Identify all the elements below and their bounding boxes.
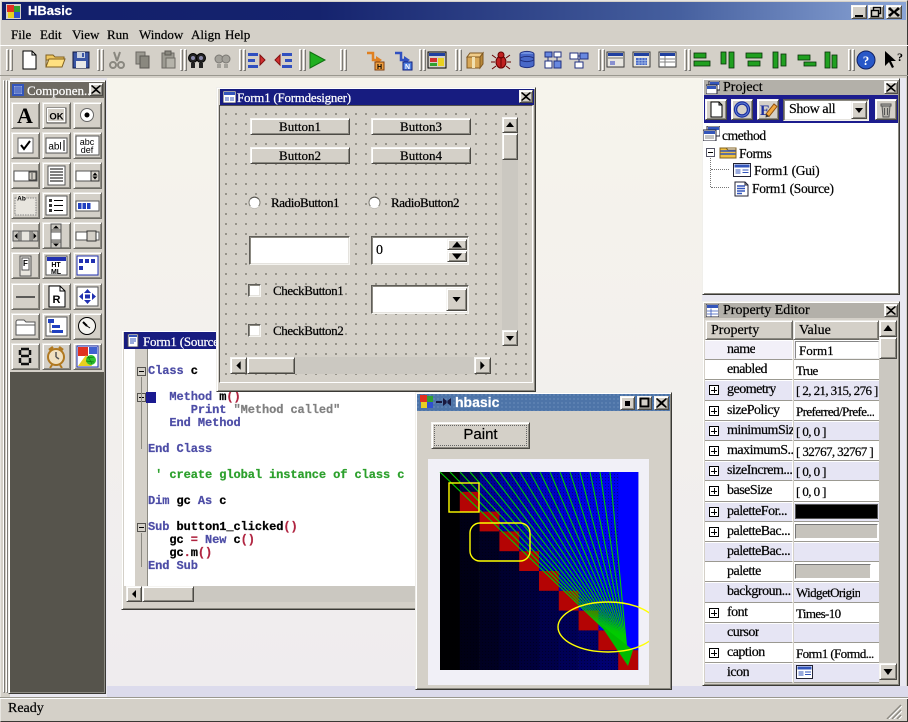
svg-text:Ab: Ab [17,196,26,203]
svg-text:abl: abl [48,142,61,153]
svg-text:ML: ML [51,269,62,276]
svg-text:?: ? [863,53,870,68]
svg-text:HT: HT [51,262,61,269]
svg-text:def: def [81,145,94,155]
svg-text:R: R [53,294,61,306]
svg-text:OK: OK [49,112,63,123]
svg-text:A: A [17,103,33,128]
svg-text:H: H [377,64,382,71]
svg-text:?: ? [897,50,903,64]
svg-text:N: N [405,64,410,71]
svg-text:F: F [23,259,28,268]
